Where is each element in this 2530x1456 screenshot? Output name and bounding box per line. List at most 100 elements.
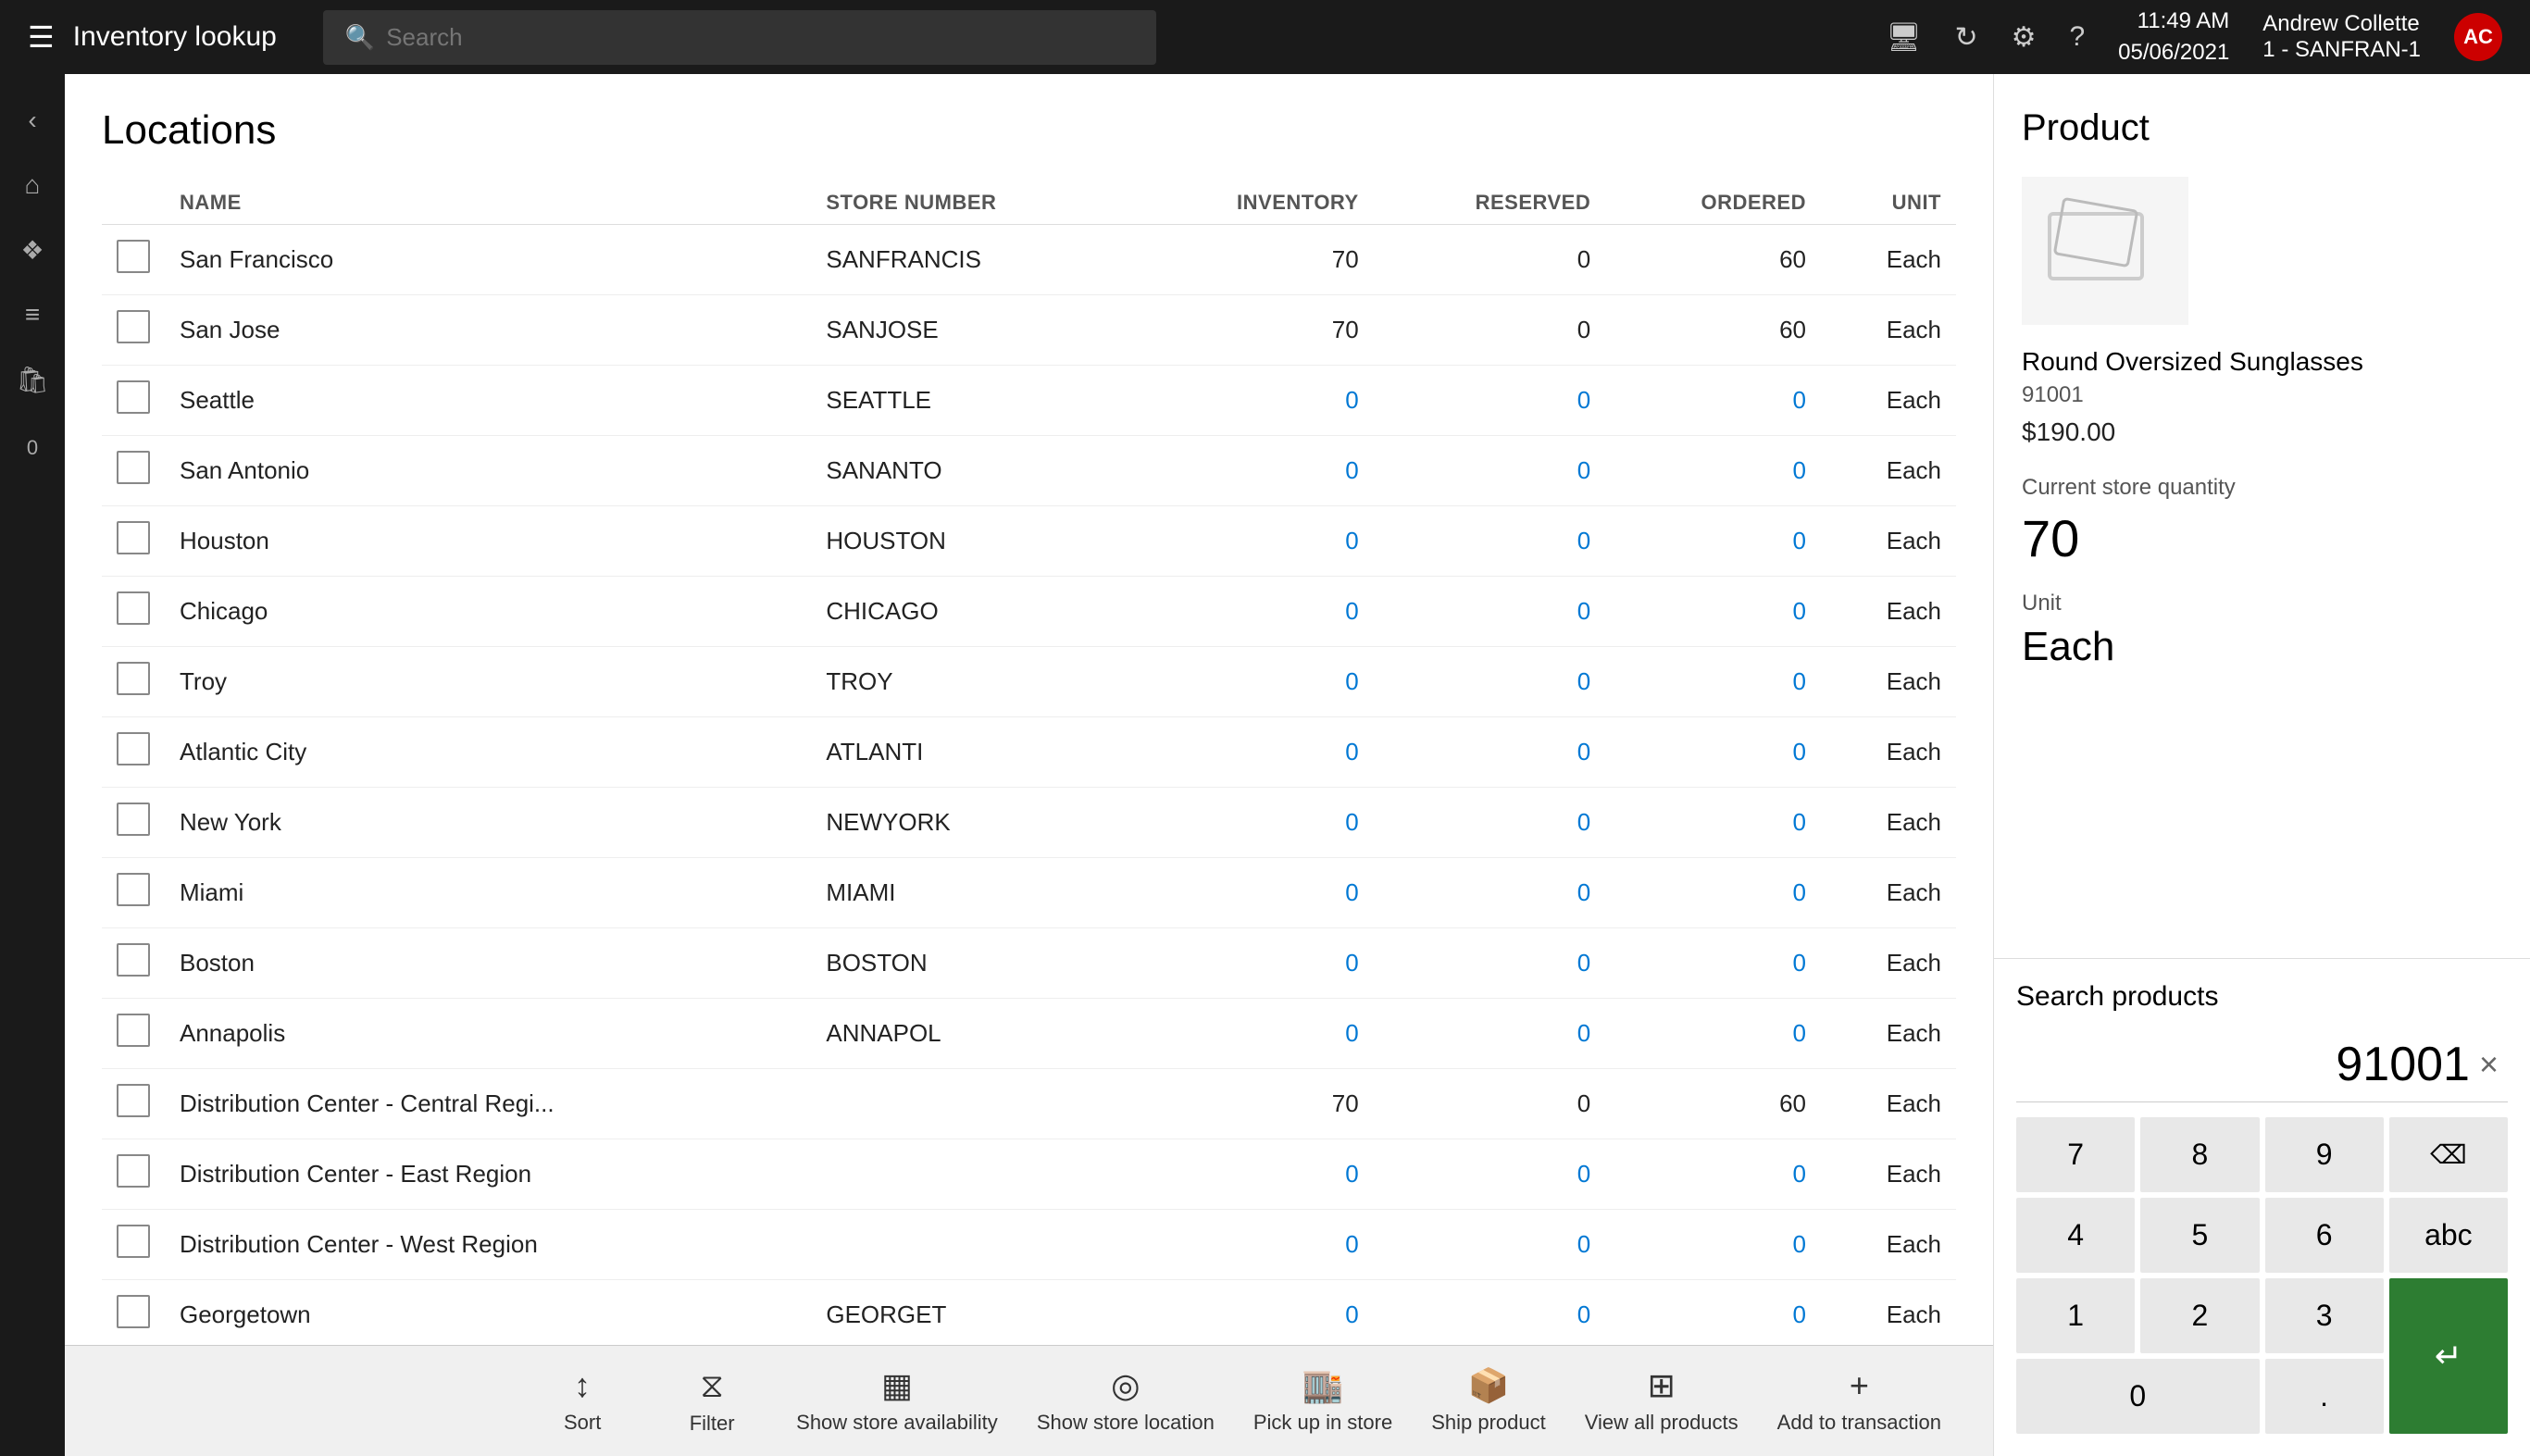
row-checkbox-1[interactable] (117, 310, 150, 343)
row-checkbox-3[interactable] (117, 451, 150, 484)
row-checkbox-10[interactable] (117, 943, 150, 977)
show-store-availability-button[interactable]: ▦ Show store availability (781, 1355, 1013, 1448)
row-store-number (811, 1210, 1131, 1280)
row-checkbox-cell (102, 577, 165, 647)
product-image-svg (2040, 195, 2170, 306)
view-all-products-button[interactable]: ⊞ View all products (1570, 1355, 1753, 1448)
row-checkbox-cell (102, 647, 165, 717)
calc-btn-9[interactable]: 9 (2265, 1117, 2384, 1192)
calc-btn-7[interactable]: 7 (2016, 1117, 2135, 1192)
sidenav-cart[interactable]: 🛍 (5, 352, 60, 407)
monitor-icon[interactable]: 🖥 (1886, 21, 1921, 54)
product-price: $190.00 (2022, 417, 2502, 447)
calc-btn-abc[interactable]: abc (2389, 1198, 2508, 1273)
topbar-actions: 🖥 ↻ ⚙ ? 11:49 AM 05/06/2021 Andrew Colle… (1886, 6, 2502, 68)
row-checkbox-4[interactable] (117, 521, 150, 554)
calc-close-icon[interactable]: × (2479, 1045, 2499, 1084)
table-row[interactable]: New York NEWYORK 0 0 0 Each (102, 788, 1956, 858)
product-image (2022, 177, 2188, 325)
row-checkbox-9[interactable] (117, 873, 150, 906)
table-row[interactable]: Distribution Center - East Region 0 0 0 … (102, 1139, 1956, 1210)
avatar[interactable]: AC (2454, 13, 2502, 61)
row-unit: Each (1821, 225, 1956, 295)
calc-btn-4[interactable]: 4 (2016, 1198, 2135, 1273)
calc-btn-3[interactable]: 3 (2265, 1278, 2384, 1353)
row-store-number (811, 1069, 1131, 1139)
row-checkbox-14[interactable] (117, 1225, 150, 1258)
table-row[interactable]: San Jose SANJOSE 70 0 60 Each (102, 295, 1956, 366)
row-reserved: 0 (1374, 436, 1606, 506)
table-row[interactable]: Georgetown GEORGET 0 0 0 Each (102, 1280, 1956, 1346)
product-unit: Each (2022, 624, 2502, 670)
row-checkbox-13[interactable] (117, 1154, 150, 1188)
settings-icon[interactable]: ⚙ (2012, 21, 2037, 54)
row-checkbox-11[interactable] (117, 1014, 150, 1047)
add-to-transaction-button[interactable]: + Add to transaction (1763, 1355, 1956, 1448)
row-checkbox-12[interactable] (117, 1084, 150, 1117)
main-layout: ‹ ⌂ ❖ ≡ 🛍 0 Locations NAME STORE NUMBER … (0, 74, 2530, 1456)
add-to-transaction-label: Add to transaction (1777, 1411, 1941, 1435)
row-inventory: 70 (1131, 1069, 1374, 1139)
time-display: 11:49 AM 05/06/2021 (2118, 6, 2229, 68)
row-ordered: 0 (1605, 788, 1821, 858)
table-row[interactable]: San Francisco SANFRANCIS 70 0 60 Each (102, 225, 1956, 295)
row-checkbox-7[interactable] (117, 732, 150, 765)
calc-btn-backspace[interactable]: ⌫ (2389, 1117, 2508, 1192)
row-checkbox-15[interactable] (117, 1295, 150, 1328)
sidenav-back[interactable]: ‹ (5, 93, 60, 148)
row-checkbox-0[interactable] (117, 240, 150, 273)
calc-btn-6[interactable]: 6 (2265, 1198, 2384, 1273)
row-inventory: 70 (1131, 225, 1374, 295)
bottom-toolbar: ↕ Sort ⧖ Filter ▦ Show store availabilit… (65, 1345, 1993, 1456)
row-reserved: 0 (1374, 928, 1606, 999)
row-reserved: 0 (1374, 858, 1606, 928)
sidenav-home[interactable]: ⌂ (5, 157, 60, 213)
calc-btn-8[interactable]: 8 (2140, 1117, 2259, 1192)
row-store-number: SEATTLE (811, 366, 1131, 436)
row-name: Chicago (165, 577, 811, 647)
row-checkbox-2[interactable] (117, 380, 150, 414)
calc-btn-enter[interactable]: ↵ (2389, 1278, 2508, 1434)
search-icon: 🔍 (345, 23, 375, 52)
row-checkbox-5[interactable] (117, 591, 150, 625)
pickup-store-button[interactable]: 🏬 Pick up in store (1239, 1355, 1407, 1448)
row-unit: Each (1821, 717, 1956, 788)
hamburger-menu[interactable]: ☰ (28, 19, 55, 55)
calc-btn-1[interactable]: 1 (2016, 1278, 2135, 1353)
table-row[interactable]: Seattle SEATTLE 0 0 0 Each (102, 366, 1956, 436)
calc-btn-5[interactable]: 5 (2140, 1198, 2259, 1273)
table-row[interactable]: Troy TROY 0 0 0 Each (102, 647, 1956, 717)
table-row[interactable]: San Antonio SANANTO 0 0 0 Each (102, 436, 1956, 506)
row-checkbox-cell (102, 928, 165, 999)
table-row[interactable]: Distribution Center - West Region 0 0 0 … (102, 1210, 1956, 1280)
calc-btn-dot[interactable]: . (2265, 1359, 2384, 1434)
table-row[interactable]: Boston BOSTON 0 0 0 Each (102, 928, 1956, 999)
help-icon[interactable]: ? (2069, 21, 2085, 53)
row-checkbox-8[interactable] (117, 803, 150, 836)
row-checkbox-6[interactable] (117, 662, 150, 695)
row-ordered: 0 (1605, 366, 1821, 436)
refresh-icon[interactable]: ↻ (1954, 21, 1977, 54)
show-store-location-button[interactable]: ◎ Show store location (1022, 1355, 1229, 1448)
calc-title: Search products (2016, 981, 2508, 1013)
row-name: San Francisco (165, 225, 811, 295)
sort-button[interactable]: ↕ Sort (522, 1355, 642, 1448)
sidenav-apps[interactable]: ❖ (5, 222, 60, 278)
calc-btn-0[interactable]: 0 (2016, 1359, 2260, 1434)
filter-button[interactable]: ⧖ Filter (652, 1355, 772, 1448)
search-bar[interactable]: 🔍 (323, 10, 1156, 65)
locations-panel: Locations NAME STORE NUMBER INVENTORY RE… (65, 74, 1993, 1345)
table-row[interactable]: Houston HOUSTON 0 0 0 Each (102, 506, 1956, 577)
table-row[interactable]: Annapolis ANNAPOL 0 0 0 Each (102, 999, 1956, 1069)
ship-product-button[interactable]: 📦 Ship product (1416, 1355, 1561, 1448)
search-input[interactable] (386, 23, 1134, 52)
table-row[interactable]: Atlantic City ATLANTI 0 0 0 Each (102, 717, 1956, 788)
row-ordered: 0 (1605, 506, 1821, 577)
calc-btn-2[interactable]: 2 (2140, 1278, 2259, 1353)
table-row[interactable]: Miami MIAMI 0 0 0 Each (102, 858, 1956, 928)
sidenav-menu[interactable]: ≡ (5, 287, 60, 342)
row-store-number: CHICAGO (811, 577, 1131, 647)
row-name: Distribution Center - Central Regi... (165, 1069, 811, 1139)
table-row[interactable]: Distribution Center - Central Regi... 70… (102, 1069, 1956, 1139)
table-row[interactable]: Chicago CHICAGO 0 0 0 Each (102, 577, 1956, 647)
